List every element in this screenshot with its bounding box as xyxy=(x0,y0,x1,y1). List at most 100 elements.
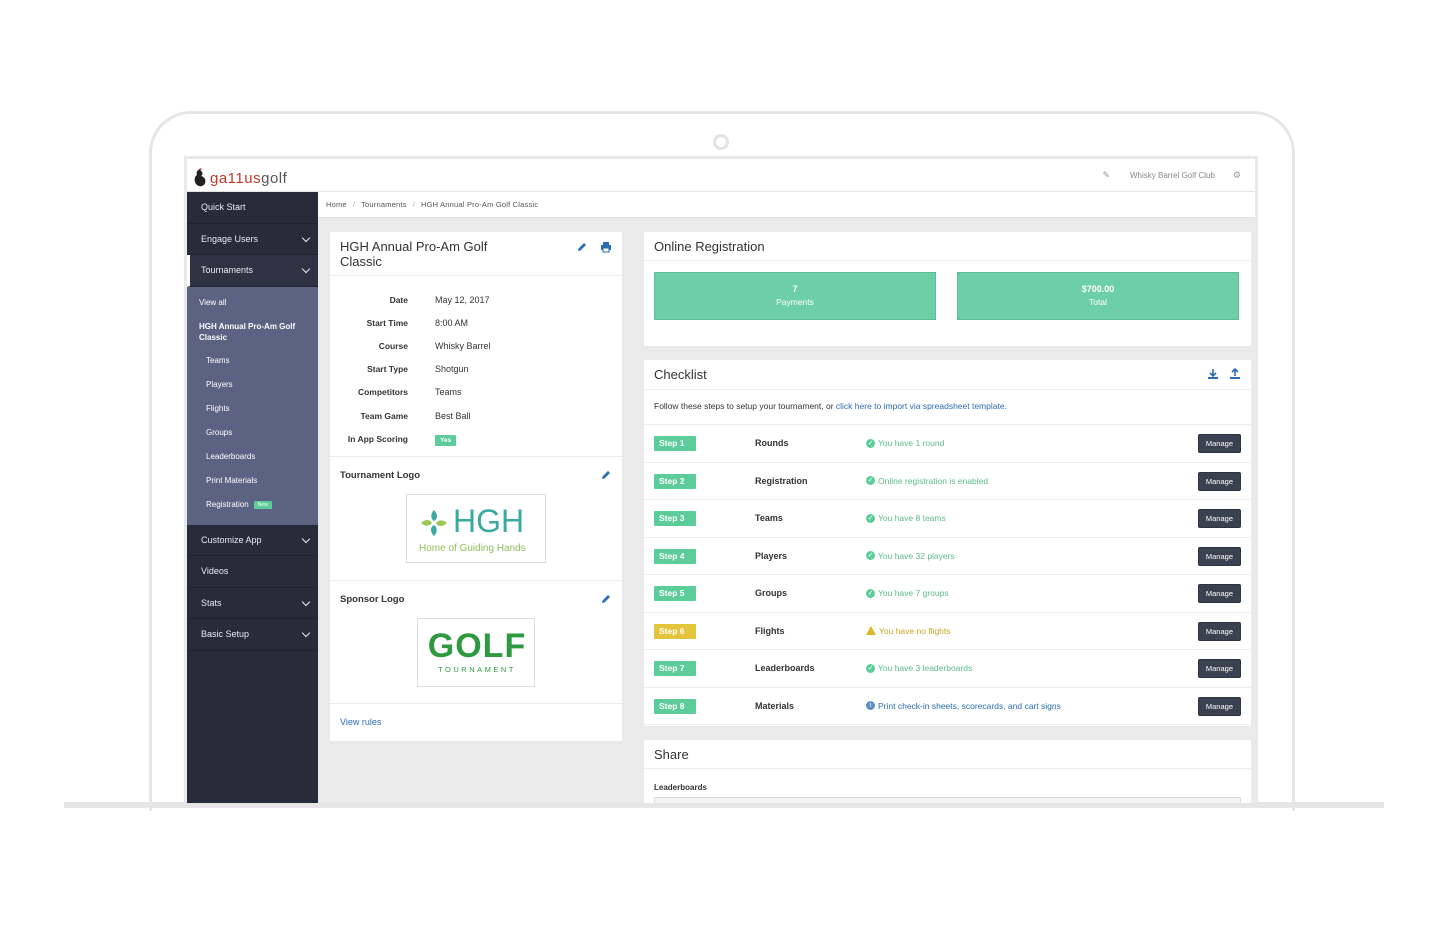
detail-value: Whisky Barrel xyxy=(435,340,491,351)
checklist-item-status: ✓ You have 3 leaderboards xyxy=(866,663,972,673)
app-screen: ga11us golf ✎ Whisky Barrel Golf Club ⚙ … xyxy=(184,156,1258,803)
submenu-current-tournament[interactable]: HGH Annual Pro-Am Golf Classic xyxy=(187,315,318,349)
detail-label: Start Time xyxy=(366,317,408,328)
tournament-logo-label: Tournament Logo xyxy=(340,470,421,482)
sidebar-item-basic-setup[interactable]: Basic Setup xyxy=(187,619,318,651)
sidebar-item-label: Engage Users xyxy=(201,233,259,244)
sidebar-item-customize-app[interactable]: Customize App xyxy=(187,525,318,556)
tournament-panel: HGH Annual Pro-Am Golf Classic Date May … xyxy=(330,232,622,741)
detail-row-start-time: Start Time 8:00 AM xyxy=(330,311,622,334)
total-amount: $700.00 xyxy=(1081,284,1115,294)
payments-count: 7 xyxy=(792,284,798,294)
checklist-item-status: ✓ You have 7 groups xyxy=(866,588,949,598)
pinwheel-logo-icon xyxy=(421,510,447,537)
sidebar-item-videos[interactable]: Videos xyxy=(187,556,318,588)
submenu-leaderboards[interactable]: Leaderboards xyxy=(187,445,318,469)
submenu-registration[interactable]: Registration New xyxy=(187,493,318,517)
check-circle-icon: ✓ xyxy=(866,588,875,598)
breadcrumb-current: HGH Annual Pro-Am Golf Classic xyxy=(420,200,539,209)
sidebar-item-label: Customize App xyxy=(201,534,262,545)
checklist-item-name: Players xyxy=(755,550,788,561)
upload-icon[interactable] xyxy=(1229,368,1241,380)
checklist-item-name: Teams xyxy=(755,513,783,523)
breadcrumb-tournaments[interactable]: Tournaments xyxy=(361,200,407,209)
view-rules-link[interactable]: View rules xyxy=(340,717,381,727)
submenu-flights[interactable]: Flights xyxy=(187,397,318,421)
top-right-controls: ✎ Whisky Barrel Golf Club ⚙ xyxy=(1102,170,1241,181)
checklist-intro-text: Follow these steps to setup your tournam… xyxy=(654,401,836,411)
check-circle-icon: ✓ xyxy=(866,476,875,485)
print-icon[interactable] xyxy=(600,241,612,253)
manage-button[interactable]: Manage xyxy=(1197,621,1241,641)
manage-button[interactable]: Manage xyxy=(1197,546,1241,566)
payments-stat[interactable]: 7 Payments xyxy=(654,272,936,320)
checklist-row: Step 7 Leaderboards ✓ You have 3 leaderboar… xyxy=(644,650,1251,688)
total-stat[interactable]: $700.00 Total xyxy=(957,272,1239,320)
submenu-registration-label: Registration xyxy=(206,500,249,509)
sidebar-item-tournaments[interactable]: Tournaments xyxy=(187,255,318,287)
submenu-print-materials[interactable]: Print Materials xyxy=(187,469,318,493)
app-logo[interactable]: ga11us golf xyxy=(193,167,287,189)
manage-button[interactable]: Manage xyxy=(1197,509,1241,528)
submenu-groups[interactable]: Groups xyxy=(187,421,318,445)
detail-label: Date xyxy=(389,294,408,305)
check-circle-icon: ✓ xyxy=(866,513,875,523)
pencil-icon[interactable] xyxy=(576,241,588,253)
import-spreadsheet-link[interactable]: click here to import via spreadsheet tem… xyxy=(836,401,1007,411)
payments-label: Payments xyxy=(776,297,814,307)
detail-value: Shotgun xyxy=(435,364,469,375)
sidebar: Quick Start Engage Users Tournaments Vie… xyxy=(187,192,318,803)
club-name[interactable]: Whisky Barrel Golf Club xyxy=(1130,171,1215,180)
checklist-item-status: ✓ Online registration is enabled xyxy=(866,476,988,486)
share-leaderboards-input[interactable] xyxy=(654,797,1241,803)
tournament-panel-header: HGH Annual Pro-Am Golf Classic xyxy=(330,232,622,276)
detail-row-course: Course Whisky Barrel xyxy=(330,334,622,357)
detail-value: Teams xyxy=(435,387,462,398)
magic-wand-icon[interactable]: ✎ xyxy=(1102,170,1110,181)
step-badge: Step 3 xyxy=(654,511,696,526)
submenu-view-all[interactable]: View all xyxy=(187,291,318,315)
breadcrumb-home[interactable]: Home xyxy=(326,200,347,209)
sidebar-item-engage-users[interactable]: Engage Users xyxy=(187,224,318,255)
submenu-teams[interactable]: Teams xyxy=(187,349,318,373)
download-icon[interactable] xyxy=(1207,368,1219,380)
sidebar-item-label: Tournaments xyxy=(201,265,254,276)
detail-row-start-type: Start Type Shotgun xyxy=(330,358,622,381)
detail-row-date: Date May 12, 2017 xyxy=(330,288,622,311)
sidebar-item-stats[interactable]: Stats xyxy=(187,588,318,619)
checklist-rows: Step 1 Rounds ✓ You have 1 round Manage Step … xyxy=(644,425,1251,725)
sponsor-logo-label: Sponsor Logo xyxy=(340,594,405,606)
share-title: Share xyxy=(654,747,689,762)
checklist-status-text: You have 32 players xyxy=(878,550,955,561)
tournament-logo-section: Tournament Logo HGH Home of Guiding Hand… xyxy=(330,457,622,582)
checklist-item-status: i Print check-in sheets, scorecards, and … xyxy=(866,701,1061,711)
checklist-status-text: You have 1 round xyxy=(878,438,945,448)
checklist-item-status: ✓ You have 32 players xyxy=(866,551,955,561)
manage-button[interactable]: Manage xyxy=(1197,659,1241,678)
check-circle-icon: ✓ xyxy=(866,663,875,673)
sidebar-item-label: Videos xyxy=(201,566,229,577)
detail-row-competitors: Competitors Teams xyxy=(330,381,622,404)
submenu-players[interactable]: Players xyxy=(187,373,318,397)
gear-icon[interactable]: ⚙ xyxy=(1233,170,1241,181)
manage-button[interactable]: Manage xyxy=(1197,434,1241,453)
manage-button[interactable]: Manage xyxy=(1197,696,1241,716)
pencil-icon[interactable] xyxy=(600,469,612,481)
chevron-down-icon xyxy=(301,534,311,543)
detail-label: Start Type xyxy=(367,364,408,375)
checklist-item-name: Leaderboards xyxy=(755,663,815,673)
manage-button[interactable]: Manage xyxy=(1197,471,1241,491)
chevron-down-icon xyxy=(301,264,311,274)
brand-name-part2: golf xyxy=(261,169,288,187)
checklist-header-actions xyxy=(1207,368,1241,380)
laptop-camera xyxy=(713,134,729,150)
checklist-status-text: You have 7 groups xyxy=(878,588,949,598)
manage-button[interactable]: Manage xyxy=(1197,584,1241,603)
sidebar-item-quick-start[interactable]: Quick Start xyxy=(187,192,318,224)
breadcrumb-separator: / xyxy=(412,200,415,209)
checklist-title: Checklist xyxy=(654,367,707,382)
pencil-icon[interactable] xyxy=(600,593,612,605)
chevron-down-icon xyxy=(301,597,311,606)
chevron-down-icon xyxy=(301,628,311,638)
tournament-title: HGH Annual Pro-Am Golf Classic xyxy=(340,239,488,269)
